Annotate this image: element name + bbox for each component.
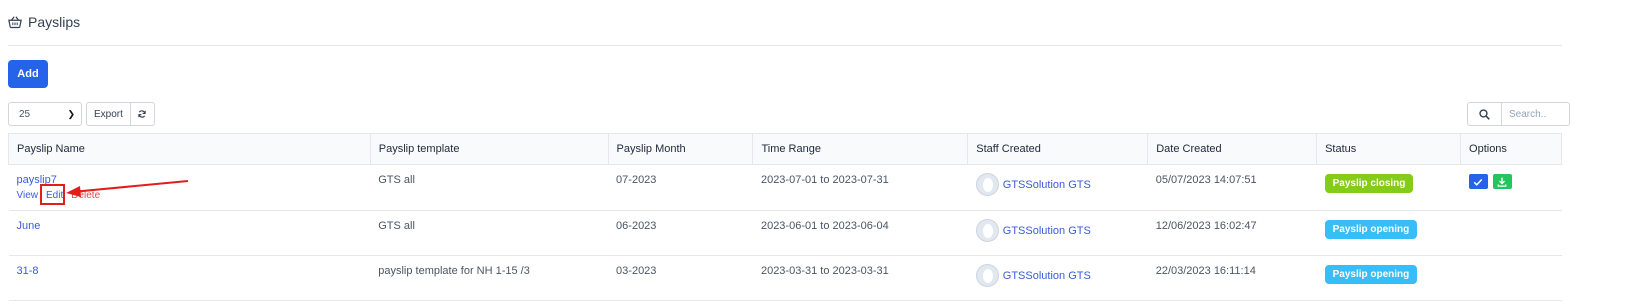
date-created-cell: 22/03/2023 16:11:14 <box>1147 255 1317 301</box>
chevron-down-icon: ❯ <box>67 108 75 119</box>
check-icon <box>1473 178 1483 186</box>
column-header[interactable]: Date Created <box>1147 133 1318 165</box>
approve-button[interactable] <box>1468 174 1488 189</box>
payslip-name-cell: June <box>8 210 371 256</box>
table-toolbar: 25 ❯ Export <box>8 102 155 126</box>
add-button[interactable]: Add <box>8 60 48 88</box>
avatar <box>975 219 999 242</box>
download-button[interactable] <box>1492 174 1512 189</box>
column-header[interactable]: Options <box>1460 133 1562 165</box>
staff-link[interactable]: GTSSolution GTS <box>1003 270 1091 282</box>
column-header[interactable]: Payslip template <box>369 133 609 165</box>
column-header[interactable]: Payslip Name <box>8 133 371 165</box>
status-badge: Payslip opening <box>1324 265 1418 284</box>
avatar <box>975 173 999 196</box>
header-divider <box>8 45 1562 46</box>
delete-link[interactable]: Delete <box>71 190 100 201</box>
template-cell: payslip template for NH 1-15 /3 <box>370 255 609 301</box>
status-cell: Payslip opening <box>1316 255 1461 301</box>
table-row: 31-8 payslip template for NH 1-15 /3 03-… <box>8 255 1562 301</box>
row-actions: View Edit Delete <box>17 190 363 201</box>
month-cell: 06-2023 <box>608 210 753 256</box>
staff-link[interactable]: GTSSolution GTS <box>1003 179 1091 191</box>
search-icon <box>1479 108 1490 120</box>
page-title: Payslips <box>8 14 80 30</box>
options-cell <box>1460 210 1562 256</box>
page-title-text: Payslips <box>28 14 81 30</box>
date-created-cell: 05/07/2023 14:07:51 <box>1147 164 1317 211</box>
refresh-icon <box>138 110 147 118</box>
search-button[interactable] <box>1467 102 1502 126</box>
table-row: payslip7 View Edit Delete GTS all 07-202… <box>8 164 1562 211</box>
table-header-row: Payslip Name Payslip template Payslip Mo… <box>8 133 1562 165</box>
options-cell <box>1460 164 1562 211</box>
staff-cell: GTSSolution GTS <box>967 210 1148 256</box>
date-created-cell: 12/06/2023 16:02:47 <box>1147 210 1317 256</box>
view-link[interactable]: View <box>17 190 39 201</box>
search-group <box>1467 102 1570 126</box>
page-length-select[interactable]: 25 ❯ <box>8 102 82 126</box>
payslip-name-link[interactable]: 31-8 <box>17 265 39 277</box>
export-button[interactable]: Export <box>86 102 131 126</box>
refresh-button[interactable] <box>130 102 155 126</box>
time-range-cell: 2023-07-01 to 2023-07-31 <box>752 164 968 211</box>
column-header[interactable]: Staff Created <box>967 133 1149 165</box>
template-cell: GTS all <box>370 164 609 211</box>
download-icon <box>1497 177 1507 187</box>
options-cell <box>1460 255 1562 301</box>
status-cell: Payslip closing <box>1316 164 1461 211</box>
table-row: June GTS all 06-2023 2023-06-01 to 2023-… <box>8 210 1562 256</box>
staff-link[interactable]: GTSSolution GTS <box>1003 225 1091 237</box>
status-badge: Payslip opening <box>1324 220 1418 239</box>
search-input[interactable] <box>1502 102 1570 126</box>
template-cell: GTS all <box>370 210 609 256</box>
column-header[interactable]: Time Range <box>752 133 969 165</box>
staff-cell: GTSSolution GTS <box>967 164 1148 211</box>
status-badge: Payslip closing <box>1324 174 1414 193</box>
column-header[interactable]: Status <box>1316 133 1462 165</box>
payslips-table: Payslip Name Payslip template Payslip Mo… <box>8 133 1562 301</box>
month-cell: 03-2023 <box>608 255 753 301</box>
payslip-name-cell: 31-8 <box>8 255 371 301</box>
annotation-highlight-box <box>40 184 65 205</box>
staff-cell: GTSSolution GTS <box>967 255 1148 301</box>
payslip-name-link[interactable]: June <box>17 220 41 232</box>
status-cell: Payslip opening <box>1316 210 1461 256</box>
time-range-cell: 2023-06-01 to 2023-06-04 <box>752 210 968 256</box>
column-header[interactable]: Payslip Month <box>607 133 754 165</box>
basket-icon <box>8 16 22 29</box>
time-range-cell: 2023-03-31 to 2023-03-31 <box>752 255 968 301</box>
avatar <box>975 264 999 287</box>
page-length-value: 25 <box>19 108 31 120</box>
month-cell: 07-2023 <box>608 164 753 211</box>
